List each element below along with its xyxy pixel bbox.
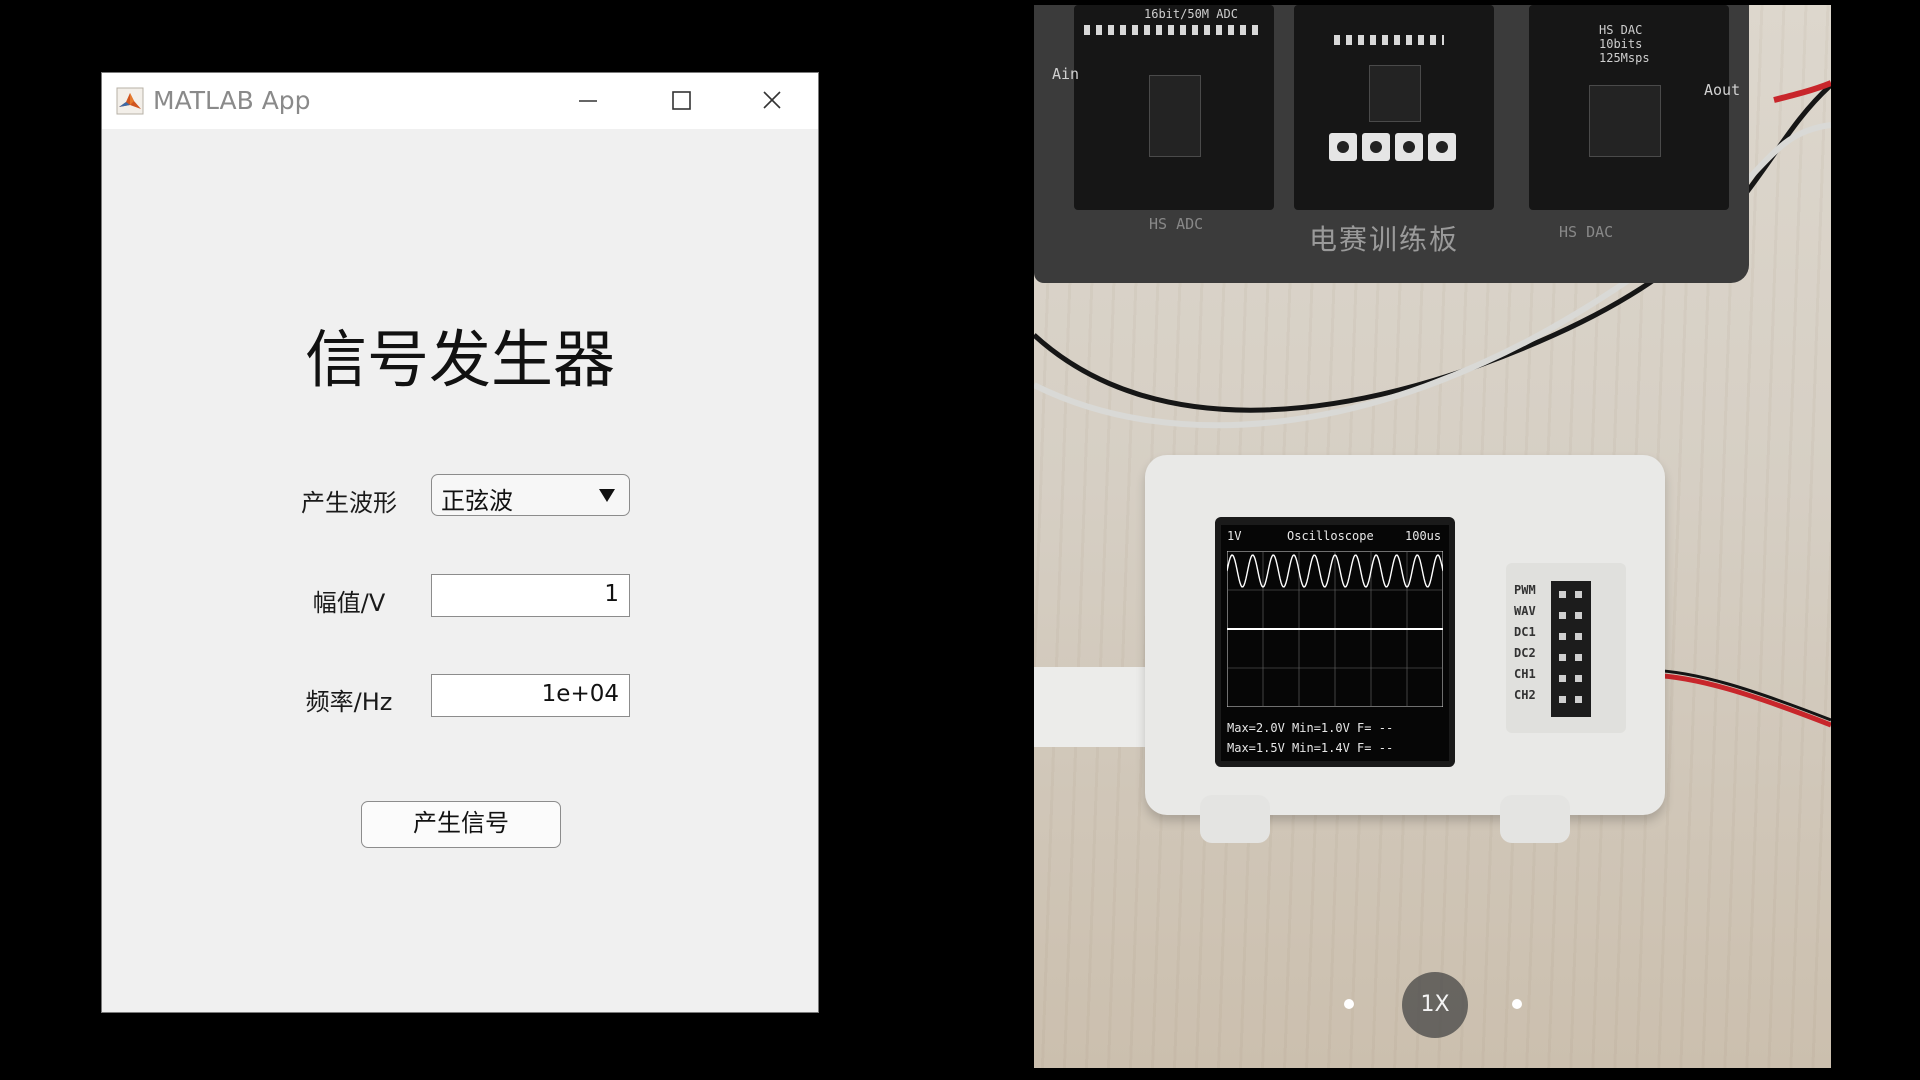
frequency-label: 频率/Hz (305, 688, 393, 716)
oscilloscope-device: 1V Oscilloscope 100us Max=2.0V Min=1.0V … (1145, 455, 1665, 843)
close-icon[interactable] (755, 83, 789, 117)
hs-dac-label: HS DAC (1559, 223, 1614, 241)
port-dc1-label: DC1 (1514, 625, 1536, 639)
port-ch1-label: CH1 (1514, 667, 1536, 681)
training-board: 16bit/50M ADC HS DAC 10bits 125Msps Ain … (1034, 5, 1749, 283)
amplitude-label: 幅值/V (312, 589, 386, 617)
camera-preview: 16bit/50M ADC HS DAC 10bits 125Msps Ain … (1034, 5, 1831, 1068)
zoom-level-button[interactable]: 1X (1402, 972, 1468, 1038)
zoom-option-dot[interactable] (1344, 999, 1354, 1009)
frequency-input[interactable]: 1e+04 (431, 674, 630, 717)
minimize-icon[interactable] (571, 83, 605, 117)
dac-module: HS DAC 10bits 125Msps (1529, 5, 1729, 210)
window-title: MATLAB App (153, 86, 311, 115)
adc-module: 16bit/50M ADC (1074, 5, 1274, 210)
scope-title: Oscilloscope (1287, 529, 1374, 543)
oscilloscope-screen: 1V Oscilloscope 100us Max=2.0V Min=1.0V … (1221, 525, 1449, 761)
time-per-div: 100us (1405, 529, 1442, 543)
scope-foot (1200, 795, 1270, 843)
waveform-dropdown[interactable]: 正弦波 (431, 474, 630, 516)
push-button (1329, 133, 1357, 161)
pin-header-block (1551, 581, 1591, 717)
switch-module (1294, 5, 1494, 210)
port-ch2-label: CH2 (1514, 688, 1536, 702)
push-button (1428, 133, 1456, 161)
waveform-label: 产生波形 (301, 489, 397, 517)
zoom-option-dot[interactable] (1512, 999, 1522, 1009)
push-button (1395, 133, 1423, 161)
waveform-display (1227, 551, 1443, 707)
port-panel: PWM WAV DC1 DC2 CH1 CH2 (1506, 563, 1626, 733)
port-pwm-label: PWM (1514, 583, 1536, 597)
matlab-logo-icon (116, 87, 144, 115)
push-button (1362, 133, 1390, 161)
ain-label: Ain (1052, 65, 1080, 83)
waveform-selected-value: 正弦波 (441, 487, 513, 515)
maximize-icon[interactable] (664, 83, 698, 117)
adc-module-silk: 16bit/50M ADC (1144, 7, 1238, 21)
page-title: 信号发生器 (304, 323, 615, 396)
dip-switch (1334, 35, 1444, 45)
board-title: 电赛训练板 (1309, 223, 1460, 256)
port-wav-label: WAV (1514, 604, 1536, 618)
hs-adc-label: HS ADC (1149, 215, 1204, 233)
amplitude-input[interactable]: 1 (431, 574, 630, 617)
ch2-stats: Max=1.5V Min=1.4V F= -- (1227, 741, 1394, 755)
chip (1149, 75, 1201, 157)
scope-foot (1500, 795, 1570, 843)
pin-header (1084, 25, 1264, 35)
port-dc2-label: DC2 (1514, 646, 1536, 660)
title-bar[interactable]: MATLAB App (102, 73, 818, 129)
dropdown-arrow-icon (599, 489, 615, 502)
generate-signal-button[interactable]: 产生信号 (361, 801, 561, 848)
dac-module-silk: HS DAC 10bits 125Msps (1599, 23, 1650, 65)
aout-label: Aout (1704, 81, 1741, 99)
volts-per-div: 1V (1227, 529, 1242, 543)
chip (1369, 65, 1421, 122)
ch1-stats: Max=2.0V Min=1.0V F= -- (1227, 721, 1394, 735)
matlab-app-window: MATLAB App 信号发生器 产生波形 正弦波 幅值/V 1 频率/Hz 1… (101, 72, 819, 1013)
chip (1589, 85, 1661, 157)
